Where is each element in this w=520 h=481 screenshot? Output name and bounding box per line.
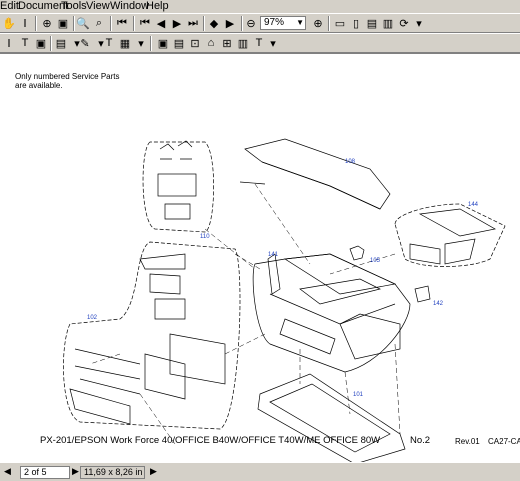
previous-page-icon[interactable]: ◀ — [154, 16, 168, 30]
zoom-in-icon[interactable]: ⊕ — [40, 16, 54, 30]
footer-title: PX-201/EPSON Work Force 40/OFFICE B40W/O… — [40, 435, 381, 446]
go-forward-icon[interactable]: ▶ — [223, 16, 237, 30]
link-icon[interactable]: ⌂ — [204, 36, 218, 50]
part-102-rails — [74, 348, 141, 395]
zoom-field[interactable]: 97% ▼ — [260, 16, 306, 30]
footer-revision: Rev.01 — [455, 437, 480, 446]
zoom-value: 97% — [264, 17, 285, 28]
menu-window[interactable]: Window — [110, 0, 149, 13]
zoom-in-icon[interactable]: ⊕ — [311, 16, 325, 30]
part-144-panel — [418, 208, 496, 237]
hand-tool-icon[interactable]: ✋ — [2, 16, 16, 30]
part-102-outline — [63, 241, 241, 430]
text-tool-icon[interactable]: T — [252, 36, 266, 50]
highlight-icon[interactable]: T — [102, 36, 116, 50]
part-label-101: 101 — [353, 392, 364, 398]
toolbar-separator — [328, 16, 330, 31]
part-110-clips — [159, 140, 193, 160]
part-label-141: 141 — [268, 252, 279, 258]
toolbar-separator — [73, 16, 75, 31]
toolbar-separator — [241, 16, 243, 31]
page-indicator-field[interactable]: 2 of 5 — [20, 466, 70, 479]
part-110-outline — [142, 141, 215, 233]
stamp-icon[interactable]: ▦ — [118, 36, 132, 50]
document-icon[interactable]: ▥ — [236, 36, 250, 50]
footer-code: CA27-CA — [488, 437, 520, 446]
part-105 — [349, 245, 365, 261]
toolbar-separator — [35, 16, 37, 31]
snapshot-icon[interactable]: ▣ — [56, 16, 70, 30]
toolbar-separator — [150, 36, 152, 51]
chevron-down-icon[interactable]: ▾ — [412, 16, 426, 30]
actual-size-icon[interactable]: ▭ — [333, 16, 347, 30]
text-select-icon[interactable]: Ⅰ — [2, 36, 16, 50]
toolbar-separator — [133, 16, 135, 31]
scroll-right-icon[interactable]: ▶ — [150, 466, 157, 477]
toolbar-separator — [110, 16, 112, 31]
part-110-body — [157, 173, 197, 197]
chevron-down-icon[interactable]: ▾ — [134, 36, 148, 50]
zoom-out-icon[interactable]: ⊖ — [244, 16, 258, 30]
menu-view[interactable]: View — [86, 0, 110, 13]
chevron-down-icon[interactable]: ▼ — [296, 17, 304, 29]
status-bar: ◀ 2 of 5 ▶ 11,69 x 8,26 in ▶ — [0, 462, 520, 481]
find-icon[interactable]: 🔍 — [76, 16, 90, 30]
text-box-icon[interactable]: ▣ — [34, 36, 48, 50]
fit-width-icon[interactable]: ▤ — [365, 16, 379, 30]
next-page-icon[interactable]: ▶ — [170, 16, 184, 30]
footer-page-number: No.2 — [410, 435, 431, 446]
annotation-toolbar: Ⅰ T ▣ ▤ ▾ ✎ ▾ T ▦ ▾ ▣ ▤ ⊡ ⌂ ⊞ ▥ T ▾ — [0, 33, 520, 53]
printer-main-body — [252, 253, 411, 373]
part-144-outline — [394, 203, 506, 267]
part-101-case — [257, 373, 406, 463]
fit-visible-icon[interactable]: ▥ — [381, 16, 395, 30]
print-icon[interactable]: ▤ — [172, 36, 186, 50]
menu-help[interactable]: Help — [146, 0, 169, 13]
note-icon[interactable]: ▤ — [54, 36, 68, 50]
exploded-parts-diagram: 108 110 144 105 141 142 102 101 — [63, 138, 506, 463]
toolbar-separator — [203, 16, 205, 31]
go-back-icon[interactable]: ◆ — [207, 16, 221, 30]
part-label-108: 108 — [345, 159, 356, 165]
part-142 — [414, 285, 431, 303]
crop-icon[interactable]: ⊡ — [188, 36, 202, 50]
page-indicator: 2 of 5 — [24, 467, 47, 477]
menu-bar: Edit Document Tools View Window Help — [0, 0, 520, 13]
search-icon[interactable]: ⌕ — [92, 16, 106, 30]
typewriter-icon[interactable]: T — [18, 36, 32, 50]
toolbar-separator — [50, 36, 52, 51]
part-label-102: 102 — [87, 315, 98, 321]
fit-page-icon[interactable]: ▯ — [349, 16, 363, 30]
part-label-142: 142 — [433, 301, 444, 307]
first-page-icon[interactable]: ⏮ — [138, 16, 152, 30]
navigation-toolbar: ✋ Ⅰ ⊕ ▣ 🔍 ⌕ ⏮ ⏮ ◀ ▶ ⏭ ◆ ▶ ⊖ 97% ▼ ⊕ ▭ ▯ … — [0, 13, 520, 33]
part-label-105: 105 — [370, 258, 381, 264]
part-102-frame — [169, 333, 226, 385]
chevron-down-icon[interactable]: ▾ — [266, 36, 280, 50]
next-page-icon[interactable]: ▶ — [72, 466, 79, 477]
part-label-110: 110 — [200, 234, 210, 240]
last-page-icon[interactable]: ⏭ — [186, 16, 200, 30]
menu-edit[interactable]: Edit — [0, 0, 19, 13]
page-size: 11,69 x 8,26 in — [84, 467, 143, 477]
pencil-icon[interactable]: ✎ — [78, 36, 92, 50]
page-size-box: 11,69 x 8,26 in — [80, 466, 145, 479]
document-page: Only numbered Service Parts are availabl… — [0, 53, 520, 463]
part-108-cover — [244, 138, 391, 210]
previous-page-icon[interactable]: ◀ — [4, 466, 11, 477]
save-icon[interactable]: ▣ — [156, 36, 170, 50]
select-text-icon[interactable]: Ⅰ — [18, 16, 32, 30]
rotate-icon[interactable]: ⟳ — [397, 16, 411, 30]
measure-icon[interactable]: ⊞ — [220, 36, 234, 50]
first-page-icon[interactable]: ⏮ — [115, 16, 129, 30]
menu-tools[interactable]: Tools — [61, 0, 87, 13]
part-110-tray — [164, 203, 191, 220]
part-label-144: 144 — [468, 202, 479, 208]
